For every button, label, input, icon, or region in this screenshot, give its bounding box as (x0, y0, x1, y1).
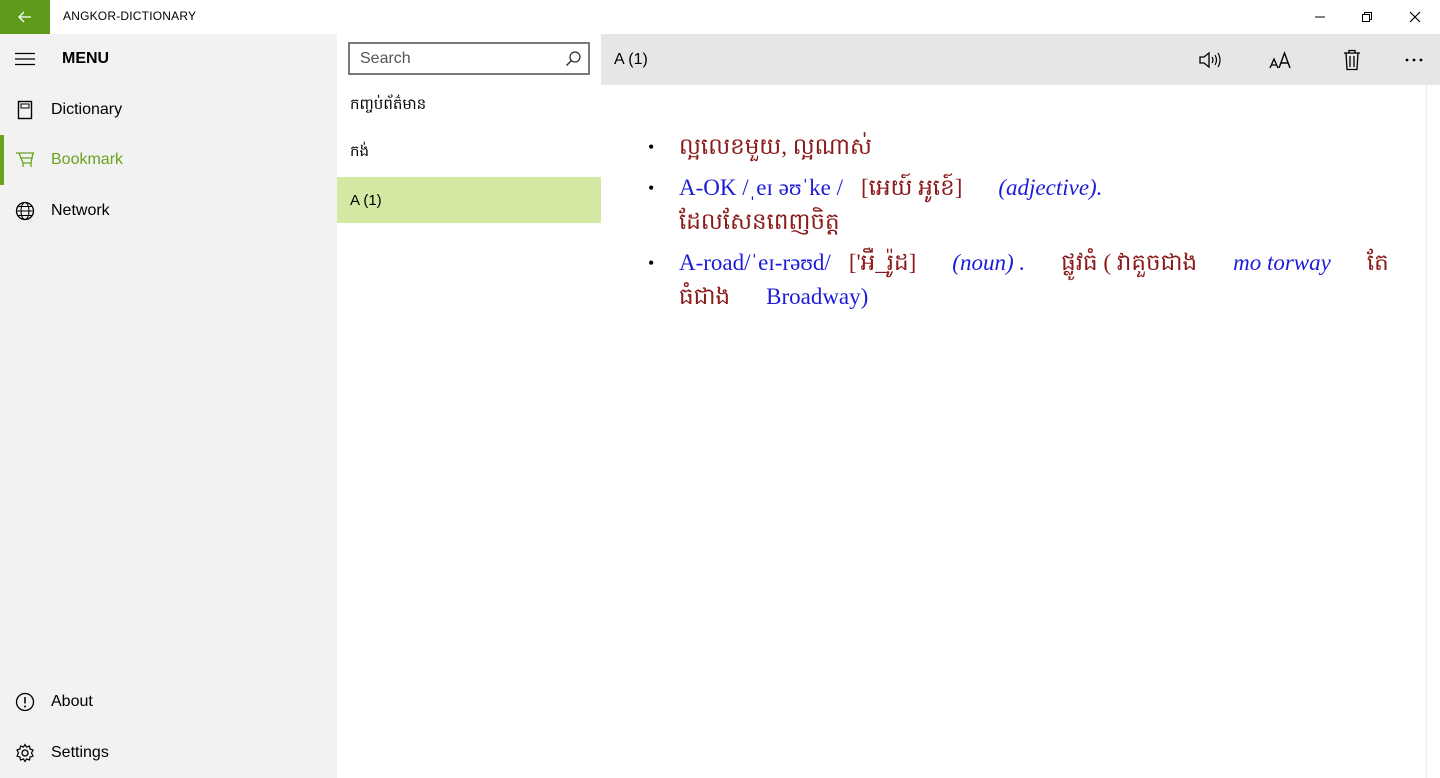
back-arrow-icon (18, 11, 31, 23)
hamburger-icon (15, 49, 35, 69)
nav-pane: MENU Dictionary Bookmark Network About S… (0, 34, 337, 778)
definition-item: • A-OK /ˌeɪ əʊˈke / [អេយ៍ អូខេ៍] (adjectiv… (648, 171, 1393, 239)
definition-item: • ល្អលេខមួយ, ល្អណាស់ (648, 130, 1393, 164)
restore-button[interactable] (1344, 0, 1390, 34)
back-button[interactable] (0, 0, 50, 34)
speak-button[interactable] (1190, 42, 1230, 78)
nav-item-label: Network (51, 202, 110, 219)
minimize-icon (1315, 16, 1325, 18)
search-box[interactable] (348, 42, 590, 75)
minimize-button[interactable] (1297, 0, 1343, 34)
entry-toolbar: A (1) (601, 34, 1440, 85)
khmer-meaning: ដែលសែនពេញចិត្ត (679, 209, 840, 234)
nav-item-about[interactable]: About (0, 677, 337, 727)
definition-item: • A-road/ˈeɪ-rəʊd/ ['អឺ_រ៉ូដ] (noun) . ផ្លូ… (648, 246, 1393, 314)
nav-item-network[interactable]: Network (0, 186, 337, 236)
pronunciation: ['អឺ_រ៉ូដ] (848, 250, 917, 275)
restore-icon (1362, 12, 1372, 22)
close-button[interactable] (1392, 0, 1438, 34)
search-icon[interactable] (565, 50, 582, 67)
menu-toggle[interactable]: MENU (0, 34, 337, 84)
title-bar: ANGKOR-DICTIONARY (0, 0, 1440, 34)
example-word: mo torway (1233, 250, 1331, 275)
entry-title: A (1) (614, 51, 648, 68)
info-icon (15, 692, 35, 712)
bullet: • (648, 178, 655, 198)
part-of-speech: (noun) . (952, 250, 1026, 275)
headword: A-OK /ˌeɪ əʊˈke / (679, 175, 843, 200)
selection-indicator (0, 135, 4, 185)
nav-item-label: Dictionary (51, 101, 123, 118)
khmer-meaning: ល្អលេខមួយ, ល្អណាស់ (679, 134, 872, 159)
bookmark-icon (15, 150, 35, 170)
word-list-pane: កញ្ចប់ព័ត៌មាន កង់ A (1) (337, 34, 601, 778)
font-size-button[interactable] (1261, 42, 1301, 78)
close-icon (1409, 11, 1421, 23)
nav-item-settings[interactable]: Settings (0, 728, 337, 778)
app-title: ANGKOR-DICTIONARY (63, 9, 197, 23)
delete-button[interactable] (1332, 42, 1372, 78)
khmer-meaning: ផ្លូវធំ ( វាគួចជាង (1061, 250, 1198, 275)
nav-item-dictionary[interactable]: Dictionary (0, 85, 337, 135)
word-list-item[interactable]: កង់ (337, 130, 601, 176)
scrollbar[interactable] (1426, 85, 1440, 778)
gear-icon (15, 743, 35, 763)
part-of-speech: (adjective). (998, 175, 1103, 200)
bullet: • (648, 137, 655, 157)
font-size-icon (1269, 50, 1291, 69)
search-input[interactable] (350, 44, 560, 73)
trash-icon (1344, 49, 1360, 71)
word-list-item-selected[interactable]: A (1) (337, 177, 601, 223)
definition-body: • ល្អលេខមួយ, ល្អណាស់ • A-OK /ˌeɪ əʊˈke /… (648, 130, 1393, 321)
nav-item-label: Settings (51, 744, 109, 761)
nav-item-label: About (51, 693, 93, 710)
pronunciation: [អេយ៍ អូខេ៍] (860, 175, 963, 200)
globe-icon (15, 201, 35, 221)
more-options-button[interactable] (1394, 42, 1434, 78)
example-word: Broadway) (766, 284, 869, 309)
speaker-icon (1199, 51, 1221, 69)
menu-label: MENU (62, 50, 110, 67)
more-icon (1405, 58, 1423, 62)
nav-item-bookmark[interactable]: Bookmark (0, 135, 337, 185)
book-icon (15, 100, 35, 120)
nav-item-label: Bookmark (51, 151, 124, 168)
headword: A-road/ˈeɪ-rəʊd/ (679, 250, 831, 275)
entry-pane: A (1) • ល្អលេខមួយ, ល្អណាស់ • A-OK /ˌeɪ ə… (601, 34, 1440, 778)
bullet: • (648, 253, 655, 273)
word-list-item[interactable]: កញ្ចប់ព័ត៌មាន (337, 83, 601, 129)
